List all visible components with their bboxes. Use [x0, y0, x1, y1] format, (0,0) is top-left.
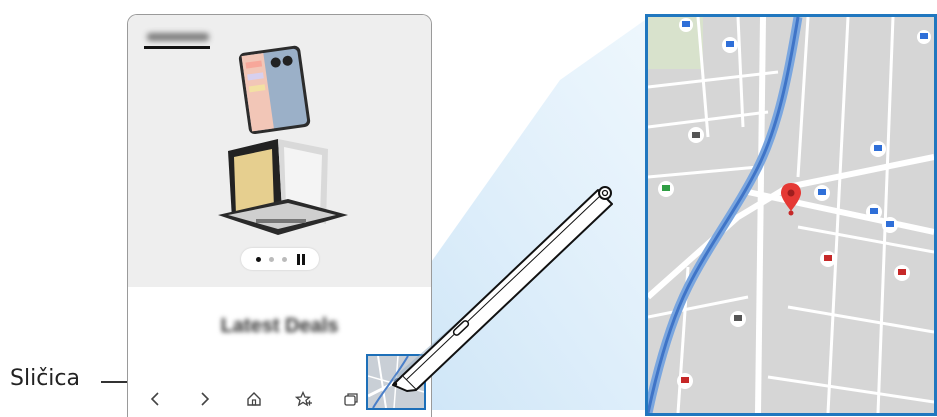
s-pen-stylus [392, 186, 613, 392]
